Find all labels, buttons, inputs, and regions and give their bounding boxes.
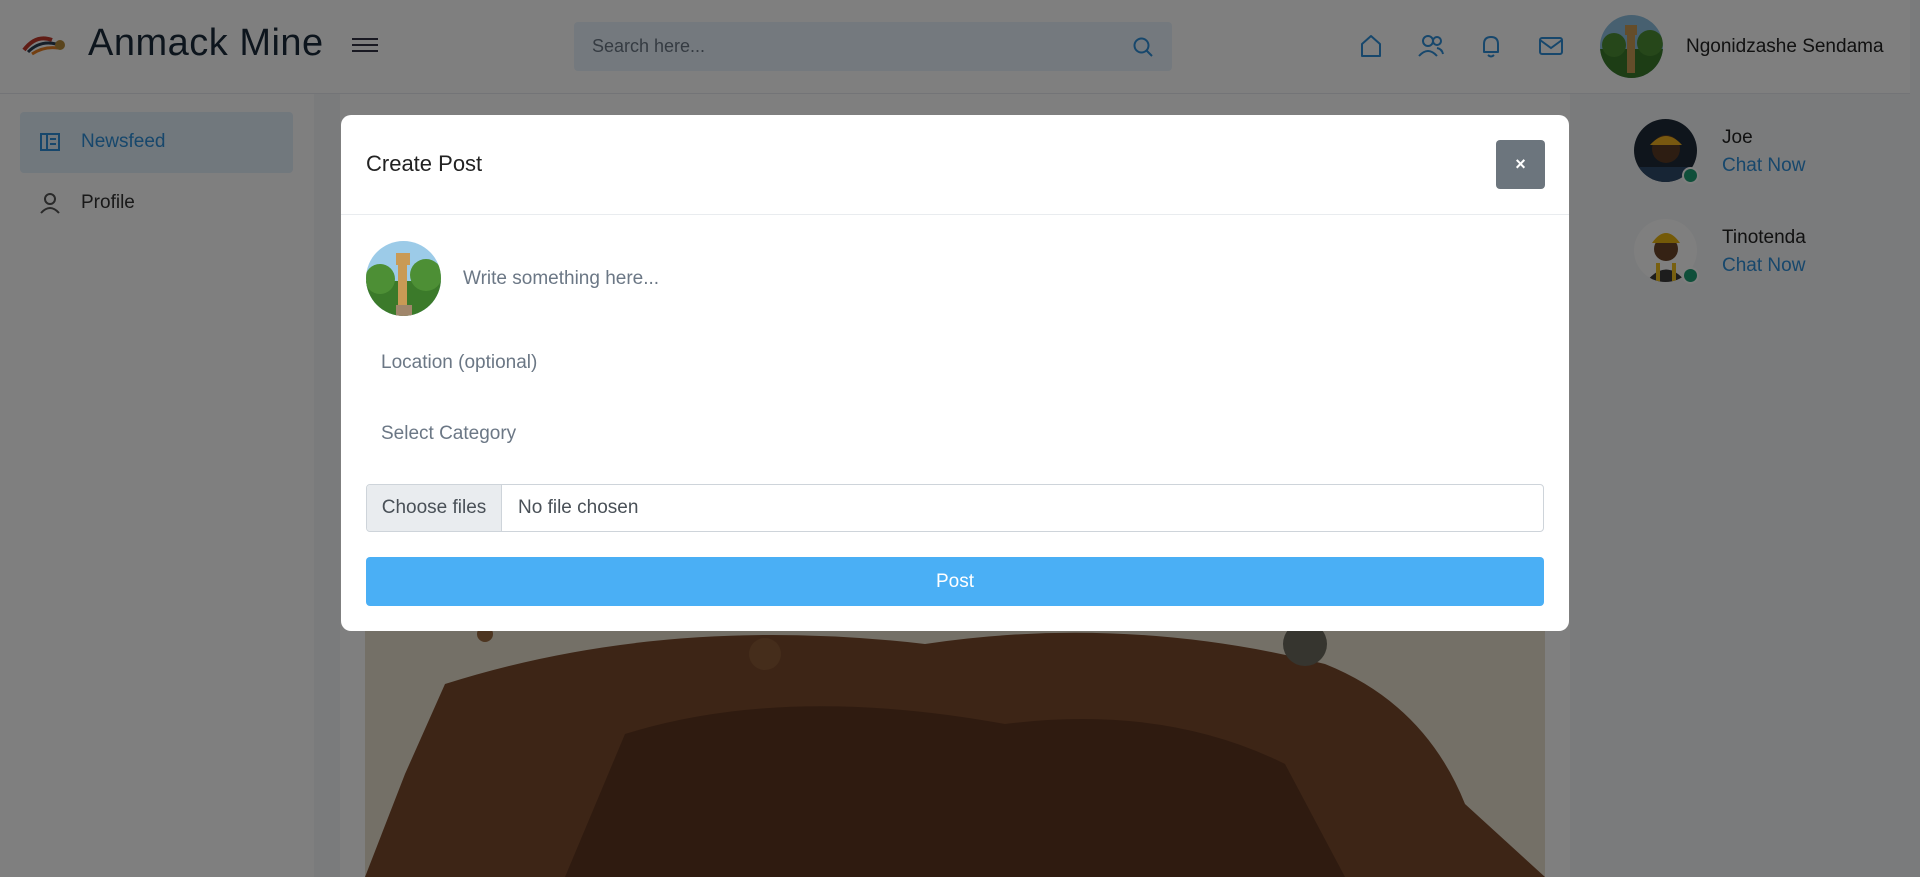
modal-title: Create Post <box>366 151 483 176</box>
modal-header: Create Post × <box>341 115 1569 215</box>
create-post-modal: Create Post × Select Category Choose fil… <box>341 115 1569 631</box>
choose-files-button[interactable]: Choose files <box>367 485 502 531</box>
file-upload-field[interactable]: Choose files No file chosen <box>366 484 1544 532</box>
close-button[interactable]: × <box>1496 140 1545 189</box>
file-status-text: No file chosen <box>518 497 639 518</box>
location-input[interactable] <box>366 338 1544 388</box>
category-select[interactable]: Select Category <box>366 409 1544 459</box>
author-avatar <box>366 241 441 316</box>
post-text-input[interactable] <box>463 253 1523 305</box>
post-submit-button[interactable]: Post <box>366 557 1544 606</box>
